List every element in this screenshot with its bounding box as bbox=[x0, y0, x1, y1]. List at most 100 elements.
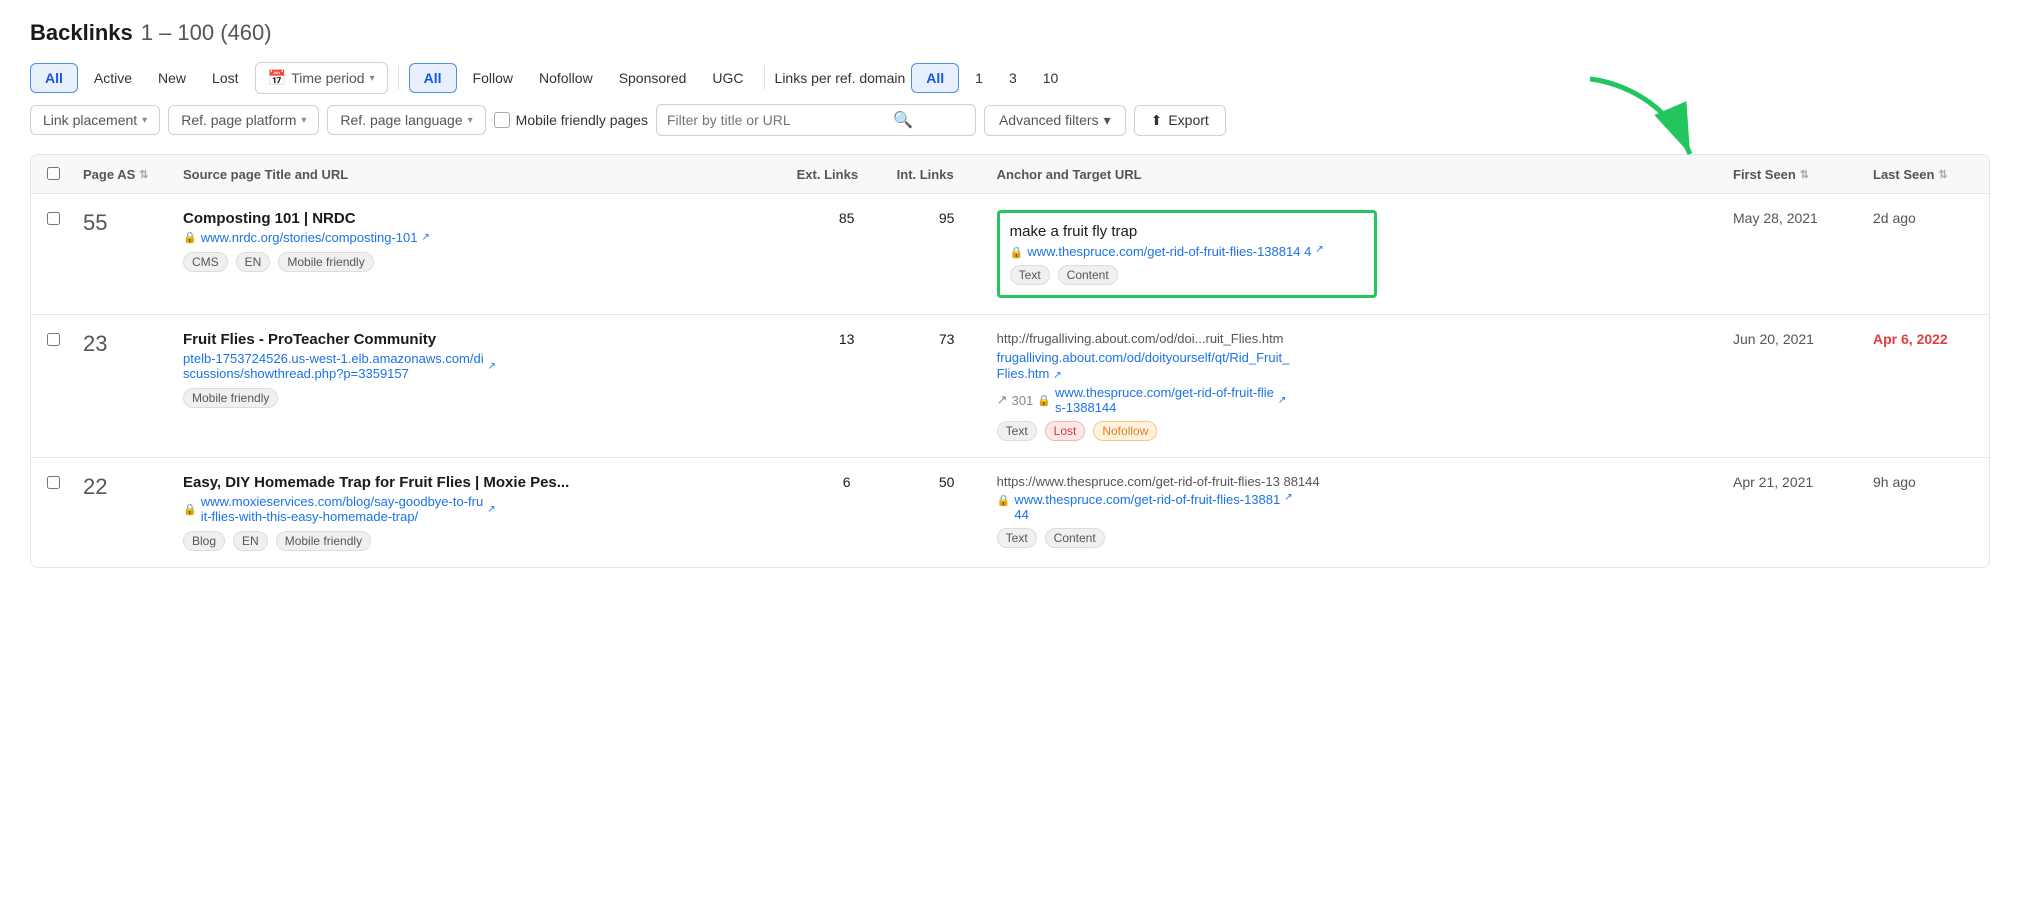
last-seen-2: Apr 6, 2022 bbox=[1873, 331, 1948, 347]
link-type-tabs: All Follow Nofollow Sponsored UGC bbox=[409, 63, 754, 93]
external-link-icon-1: ↗ bbox=[421, 232, 429, 243]
export-label: Export bbox=[1168, 112, 1208, 128]
column-header-first-seen[interactable]: First Seen ⇅ bbox=[1733, 167, 1873, 182]
link-placement-dropdown[interactable]: Link placement ▾ bbox=[30, 105, 160, 135]
lock-icon-secondary-2: 🔒 bbox=[1037, 394, 1051, 407]
time-period-label: Time period bbox=[291, 70, 364, 86]
anchor-url-3[interactable]: www.thespruce.com/get-rid-of-fruit-flies… bbox=[1014, 492, 1280, 522]
anchor-raw-url-3: https://www.thespruce.com/get-rid-of-fru… bbox=[997, 474, 1733, 489]
tab-nofollow[interactable]: Nofollow bbox=[529, 64, 603, 92]
tag-nofollow-2: Nofollow bbox=[1093, 421, 1157, 441]
ext-links-2: 13 bbox=[797, 331, 897, 347]
tab-lost[interactable]: Lost bbox=[202, 64, 248, 92]
anchor-tags-3: Text Content bbox=[997, 526, 1733, 548]
advanced-filters-button[interactable]: Advanced filters ▾ bbox=[984, 105, 1126, 136]
tab-new[interactable]: New bbox=[148, 64, 196, 92]
page-as-value-1: 55 bbox=[83, 210, 107, 235]
source-url-link-3[interactable]: www.moxieservices.com/blog/say-goodbye-t… bbox=[201, 494, 484, 524]
column-header-page-as[interactable]: Page AS ⇅ bbox=[83, 167, 183, 182]
lpd-10[interactable]: 10 bbox=[1033, 64, 1069, 92]
last-seen-3: 9h ago bbox=[1873, 474, 1916, 490]
row-checkbox-3[interactable] bbox=[47, 476, 60, 489]
sort-icon-page-as: ⇅ bbox=[139, 168, 148, 181]
mobile-friendly-checkbox-label[interactable]: Mobile friendly pages bbox=[494, 112, 648, 128]
mobile-friendly-checkbox[interactable] bbox=[494, 112, 510, 128]
first-seen-3: Apr 21, 2021 bbox=[1733, 474, 1813, 490]
anchor-url-1[interactable]: www.thespruce.com/get-rid-of-fruit-flies… bbox=[1027, 244, 1311, 259]
ext-links-1: 85 bbox=[797, 210, 897, 226]
lock-icon-anchor-1: 🔒 bbox=[1010, 246, 1024, 259]
int-links-3: 50 bbox=[897, 474, 997, 490]
lpd-3[interactable]: 3 bbox=[999, 64, 1027, 92]
time-period-dropdown[interactable]: 📅 Time period ▾ bbox=[255, 62, 388, 94]
tab-active[interactable]: Active bbox=[84, 64, 142, 92]
export-button[interactable]: ⬆ Export bbox=[1134, 105, 1226, 136]
backlinks-table: Page AS ⇅ Source page Title and URL Ext.… bbox=[30, 154, 1990, 568]
lpd-1[interactable]: 1 bbox=[965, 64, 993, 92]
external-link-icon-3: ↗ bbox=[487, 504, 495, 515]
tag-text-3: Text bbox=[997, 528, 1037, 548]
source-title-3: Easy, DIY Homemade Trap for Fruit Flies … bbox=[183, 474, 797, 491]
redirect-icon-2: ↗ bbox=[997, 392, 1008, 408]
tab-follow[interactable]: Follow bbox=[463, 64, 523, 92]
row-checkbox-2[interactable] bbox=[47, 333, 60, 346]
upload-icon: ⬆ bbox=[1151, 112, 1163, 129]
tag-lost-2: Lost bbox=[1045, 421, 1086, 441]
ext-links-3: 6 bbox=[797, 474, 897, 490]
table-row: 22 Easy, DIY Homemade Trap for Fruit Fli… bbox=[31, 458, 1989, 567]
ext-link-anchor-2: ↗ bbox=[1053, 370, 1061, 381]
ext-link-anchor-1: ↗ bbox=[1315, 244, 1323, 255]
page-count: 1 – 100 (460) bbox=[141, 20, 272, 46]
tag-mobile-friendly-2: Mobile friendly bbox=[183, 388, 278, 408]
lock-icon-anchor-3: 🔒 bbox=[997, 494, 1011, 507]
links-per-domain-label: Links per ref. domain bbox=[775, 70, 906, 86]
page-title: Backlinks bbox=[30, 20, 133, 46]
select-all-checkbox[interactable] bbox=[47, 167, 60, 180]
ext-link-secondary-2: ↗ bbox=[1278, 395, 1286, 406]
tag-text-1: Text bbox=[1010, 265, 1050, 285]
page-as-value-3: 22 bbox=[83, 474, 107, 499]
source-tags-3: Blog EN Mobile friendly bbox=[183, 529, 797, 551]
divider2 bbox=[764, 66, 765, 90]
chevron-down-icon2: ▾ bbox=[142, 115, 147, 126]
anchor-tags-1: Text Content bbox=[1010, 263, 1364, 285]
source-url-3: 🔒 www.moxieservices.com/blog/say-goodbye… bbox=[183, 494, 797, 524]
column-header-source: Source page Title and URL bbox=[183, 167, 797, 182]
chevron-down-icon4: ▾ bbox=[468, 115, 473, 126]
source-url-link-1[interactable]: www.nrdc.org/stories/composting-101 bbox=[201, 230, 418, 245]
tab-all-linktype[interactable]: All bbox=[409, 63, 457, 93]
tab-all-status[interactable]: All bbox=[30, 63, 78, 93]
first-seen-2: Jun 20, 2021 bbox=[1733, 331, 1814, 347]
title-url-search-box: 🔍 bbox=[656, 104, 976, 136]
anchor-secondary-url-2[interactable]: www.thespruce.com/get-rid-of-fruit-flies… bbox=[1055, 385, 1274, 415]
source-url-1: 🔒 www.nrdc.org/stories/composting-101 ↗ bbox=[183, 230, 797, 245]
tag-mobile-friendly-3: Mobile friendly bbox=[276, 531, 371, 551]
source-tags-1: CMS EN Mobile friendly bbox=[183, 250, 797, 272]
search-input[interactable] bbox=[667, 112, 887, 128]
tag-content-1: Content bbox=[1058, 265, 1118, 285]
column-header-last-seen[interactable]: Last Seen ⇅ bbox=[1873, 167, 1973, 182]
int-links-2: 73 bbox=[897, 331, 997, 347]
ext-link-anchor-3: ↗ bbox=[1284, 492, 1292, 503]
redirect-count-2: 301 bbox=[1012, 393, 1034, 408]
anchor-target-url-2[interactable]: frugalliving.about.com/od/doityourself/q… bbox=[997, 350, 1290, 381]
ref-page-platform-dropdown[interactable]: Ref. page platform ▾ bbox=[168, 105, 319, 135]
lpd-all[interactable]: All bbox=[911, 63, 959, 93]
row-checkbox-1[interactable] bbox=[47, 212, 60, 225]
anchor-raw-url-2: http://frugalliving.about.com/od/doi...r… bbox=[997, 331, 1733, 346]
external-link-icon-2: ↗ bbox=[488, 361, 496, 372]
tag-en: EN bbox=[236, 252, 271, 272]
column-header-ext-links: Ext. Links bbox=[797, 167, 897, 182]
ref-page-platform-label: Ref. page platform bbox=[181, 112, 296, 128]
ref-page-language-dropdown[interactable]: Ref. page language ▾ bbox=[327, 105, 485, 135]
source-tags-2: Mobile friendly bbox=[183, 386, 797, 408]
ref-page-language-label: Ref. page language bbox=[340, 112, 462, 128]
tab-ugc[interactable]: UGC bbox=[702, 64, 753, 92]
tag-mobile-friendly: Mobile friendly bbox=[278, 252, 373, 272]
source-url-link-2[interactable]: ptelb-1753724526.us-west-1.elb.amazonaws… bbox=[183, 351, 484, 381]
divider bbox=[398, 66, 399, 90]
int-links-1: 95 bbox=[897, 210, 997, 226]
tag-text-2: Text bbox=[997, 421, 1037, 441]
tab-sponsored[interactable]: Sponsored bbox=[609, 64, 697, 92]
last-seen-1: 2d ago bbox=[1873, 210, 1916, 226]
